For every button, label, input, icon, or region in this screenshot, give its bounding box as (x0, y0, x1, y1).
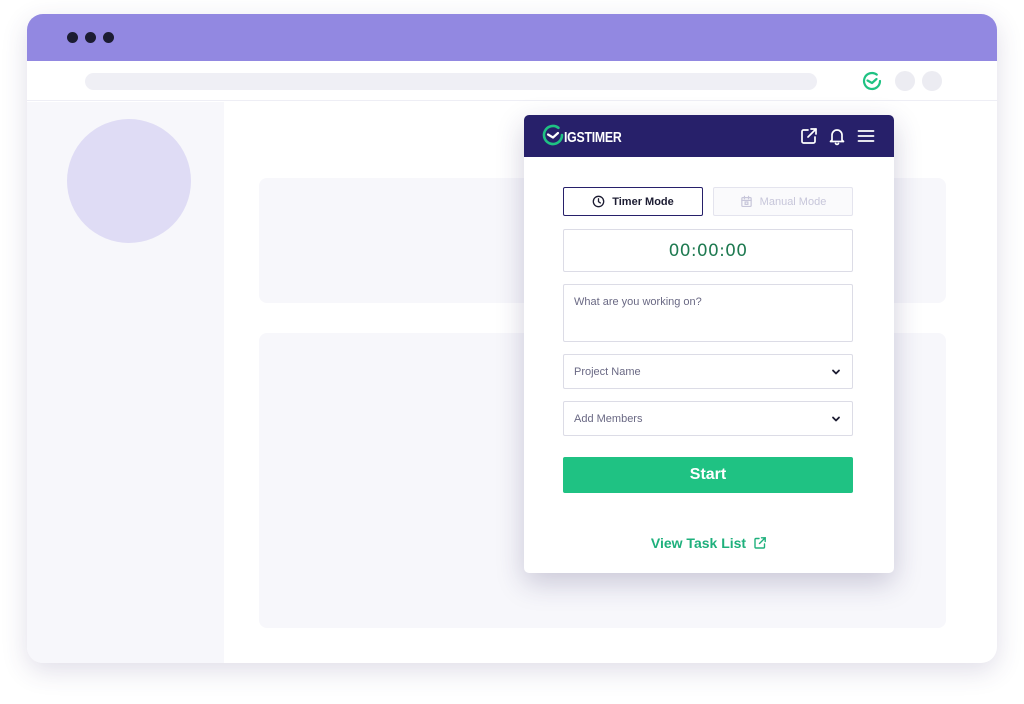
url-field[interactable] (85, 73, 817, 90)
calendar-icon (740, 195, 752, 208)
window-close-dot[interactable] (67, 32, 78, 43)
view-task-list-link[interactable]: View Task List (524, 535, 894, 551)
project-name-label: Project Name (574, 365, 641, 378)
bell-icon[interactable] (827, 126, 847, 146)
browser-titlebar (27, 14, 997, 61)
menu-icon[interactable] (856, 126, 876, 146)
page-sidebar (27, 102, 224, 663)
task-description-input[interactable]: What are you working on? (563, 284, 853, 342)
add-members-select[interactable]: Add Members (563, 401, 853, 436)
window-minimize-dot[interactable] (85, 32, 96, 43)
brand-name: IGSTIMER (564, 129, 622, 146)
timer-mode-label: Timer Mode (612, 195, 674, 208)
view-task-list-label: View Task List (650, 535, 747, 551)
manual-mode-label: Manual Mode (759, 195, 827, 208)
toolbar-placeholder-button[interactable] (895, 71, 915, 91)
add-members-label: Add Members (574, 412, 643, 425)
timer-clock-icon[interactable] (860, 69, 884, 93)
project-name-select[interactable]: Project Name (563, 354, 853, 389)
toolbar-placeholder-button[interactable] (922, 71, 942, 91)
chevron-down-icon (832, 369, 840, 374)
popup-header: IGSTIMER (524, 115, 894, 157)
chevron-down-icon (832, 416, 840, 421)
clock-icon (592, 195, 605, 208)
timer-mode-button[interactable]: Timer Mode (563, 187, 703, 216)
timer-value: 00:00:00 (668, 240, 748, 261)
start-button[interactable]: Start (563, 457, 853, 493)
address-bar (27, 61, 997, 101)
manual-mode-button[interactable]: Manual Mode (713, 187, 853, 216)
external-link-icon (754, 537, 766, 549)
task-description-placeholder: What are you working on? (574, 296, 702, 308)
external-link-icon[interactable] (799, 126, 819, 146)
igstimer-extension-popup: IGSTIMER Timer Mode Manual Mode 00:00:00… (524, 115, 894, 573)
igstimer-logo-icon (540, 122, 566, 148)
window-maximize-dot[interactable] (103, 32, 114, 43)
timer-display: 00:00:00 (563, 229, 853, 272)
avatar-placeholder (67, 119, 191, 243)
